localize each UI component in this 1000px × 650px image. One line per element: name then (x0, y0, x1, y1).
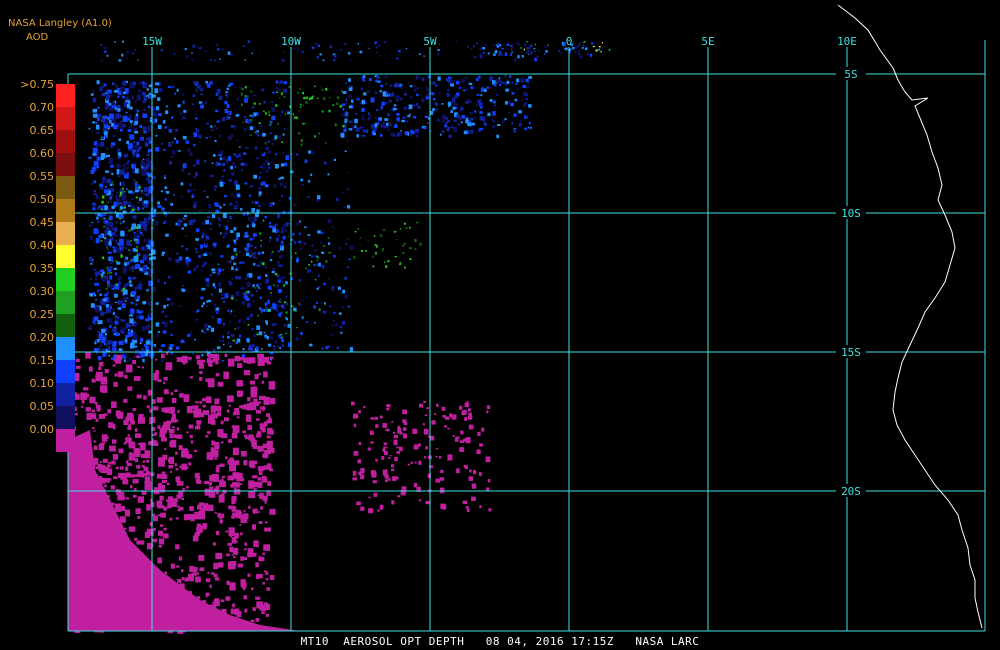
legend-label: 0.25 (29, 308, 55, 321)
longitude-label: 15W (142, 35, 162, 48)
legend-swatch (56, 107, 75, 130)
legend-swatch (56, 130, 75, 153)
legend-label: 0.40 (29, 239, 55, 252)
legend-label: 0.20 (29, 331, 55, 344)
legend-swatch (56, 245, 75, 268)
legend-label: 0.30 (29, 285, 55, 298)
aerosol-data-field (68, 40, 611, 634)
latitude-label: 10S (841, 207, 861, 220)
latitude-label: 5S (844, 68, 857, 81)
legend-label: 0.05 (29, 400, 55, 413)
longitude-label: 0 (566, 35, 573, 48)
color-legend: >0.75 0.70 0.65 0.60 0.55 0.50 0.45 0.40 0.35 0.3… (4, 78, 84, 452)
legend-label: 0.50 (29, 193, 55, 206)
longitude-label: 5W (423, 35, 437, 48)
legend-label: 0.10 (29, 377, 55, 390)
legend-swatch (56, 199, 75, 222)
legend-swatch (56, 84, 75, 107)
legend-label: 0.65 (29, 124, 55, 137)
legend-label: >0.75 (20, 78, 54, 91)
longitude-label: 10E (837, 35, 857, 48)
latitude-label: 15S (841, 346, 861, 359)
legend-swatch (56, 360, 75, 383)
legend-label: 0.60 (29, 147, 55, 160)
product-label: AOD (26, 32, 49, 43)
legend-swatch (56, 153, 75, 176)
legend-label: 0.70 (29, 101, 55, 114)
legend-label: 0.35 (29, 262, 55, 275)
legend-label: 0.55 (29, 170, 55, 183)
longitude-label: 10W (281, 35, 301, 48)
legend-swatch (56, 314, 75, 337)
legend-swatch (56, 222, 75, 245)
aerosol-map: 15W 10W 5W 0 5E 10E 5S 10S 15S 20S (67, 4, 986, 634)
legend-swatch (56, 429, 75, 452)
legend-label: 0.00 (29, 423, 55, 436)
legend-label: 0.15 (29, 354, 55, 367)
legend-swatch (56, 291, 75, 314)
map-caption: MT10 AEROSOL OPT DEPTH 08 04, 2016 17:15… (300, 635, 700, 648)
legend-swatch (56, 268, 75, 291)
african-coastline (837, 4, 983, 629)
legend-swatch (56, 176, 75, 199)
legend-swatch (56, 337, 75, 360)
legend-swatch (56, 383, 75, 406)
source-label: NASA Langley (A1.0) (8, 18, 112, 29)
legend-label: 0.45 (29, 216, 55, 229)
longitude-label: 5E (701, 35, 714, 48)
latitude-label: 20S (841, 485, 861, 498)
legend-swatch (56, 406, 75, 429)
